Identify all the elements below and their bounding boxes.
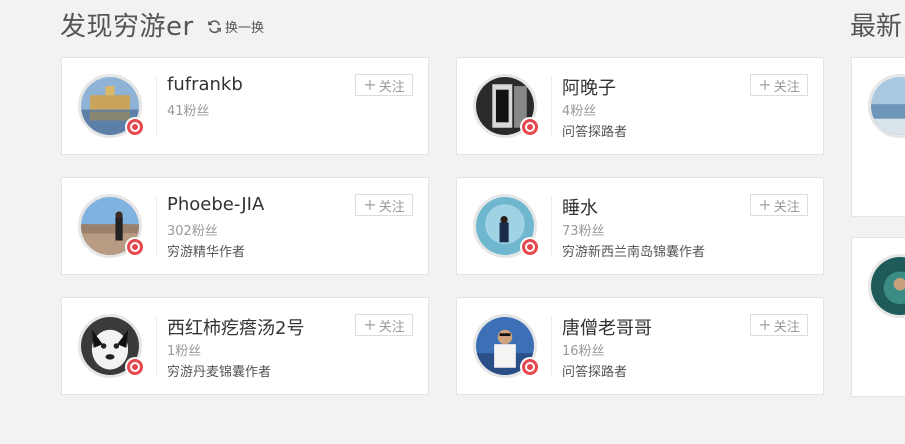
- follow-label: 关注: [773, 79, 800, 95]
- user-name[interactable]: Phoebe-JIA: [167, 194, 264, 215]
- section-title: 发现穷游er: [60, 12, 194, 42]
- plus-icon: +: [758, 75, 772, 94]
- follow-button[interactable]: + 关注: [355, 74, 413, 96]
- avatar[interactable]: [868, 254, 905, 318]
- fans-count: 4粉丝: [562, 104, 597, 119]
- refresh-button[interactable]: 换一换: [207, 17, 264, 36]
- badge-icon: [125, 117, 145, 137]
- user-name[interactable]: fufrankb: [167, 74, 243, 95]
- refresh-label: 换一换: [225, 21, 265, 36]
- plus-icon: +: [758, 315, 772, 334]
- user-card[interactable]: 西红柿疙瘩汤2号 1粉丝 穷游丹麦锦囊作者 + 关注: [61, 297, 429, 395]
- latest-card-partial[interactable]: [851, 57, 905, 217]
- user-desc: 问答探路者: [562, 125, 628, 140]
- refresh-icon: [207, 19, 222, 34]
- user-card[interactable]: 阿晚子 4粉丝 问答探路者 + 关注: [456, 57, 824, 155]
- badge-icon: [125, 357, 145, 377]
- user-card[interactable]: fufrankb 41粉丝 + 关注: [61, 57, 429, 155]
- follow-label: 关注: [378, 79, 405, 95]
- user-card[interactable]: Phoebe-JIA 302粉丝 穷游精华作者 + 关注: [61, 177, 429, 275]
- user-desc: 穷游新西兰南岛锦囊作者: [562, 245, 706, 260]
- badge-icon: [520, 237, 540, 257]
- user-desc: 问答探路者: [562, 365, 628, 380]
- follow-label: 关注: [773, 199, 800, 215]
- latest-section-title: 最新: [850, 12, 903, 42]
- user-desc: 穷游精华作者: [167, 245, 246, 260]
- follow-button[interactable]: + 关注: [750, 74, 808, 96]
- follow-button[interactable]: + 关注: [750, 314, 808, 336]
- badge-icon: [520, 357, 540, 377]
- user-name[interactable]: 睡水: [562, 194, 598, 220]
- latest-card-partial[interactable]: [851, 237, 905, 397]
- badge-icon: [520, 117, 540, 137]
- plus-icon: +: [363, 75, 377, 94]
- badge-icon: [125, 237, 145, 257]
- follow-button[interactable]: + 关注: [355, 194, 413, 216]
- user-name[interactable]: 阿晚子: [562, 74, 616, 100]
- follow-label: 关注: [378, 319, 405, 335]
- follow-label: 关注: [378, 199, 405, 215]
- user-name[interactable]: 唐僧老哥哥: [562, 314, 652, 340]
- plus-icon: +: [363, 195, 377, 214]
- follow-button[interactable]: + 关注: [355, 314, 413, 336]
- user-card[interactable]: 唐僧老哥哥 16粉丝 问答探路者 + 关注: [456, 297, 824, 395]
- avatar[interactable]: [868, 74, 905, 138]
- follow-label: 关注: [773, 319, 800, 335]
- user-card[interactable]: 睡水 73粉丝 穷游新西兰南岛锦囊作者 + 关注: [456, 177, 824, 275]
- fans-count: 1粉丝: [167, 344, 202, 359]
- user-name[interactable]: 西红柿疙瘩汤2号: [167, 314, 304, 340]
- plus-icon: +: [363, 315, 377, 334]
- user-desc: 穷游丹麦锦囊作者: [167, 365, 272, 380]
- fans-count: 16粉丝: [562, 344, 605, 359]
- fans-count: 73粉丝: [562, 224, 605, 239]
- fans-count: 41粉丝: [167, 104, 210, 119]
- fans-count: 302粉丝: [167, 224, 218, 239]
- plus-icon: +: [758, 195, 772, 214]
- follow-button[interactable]: + 关注: [750, 194, 808, 216]
